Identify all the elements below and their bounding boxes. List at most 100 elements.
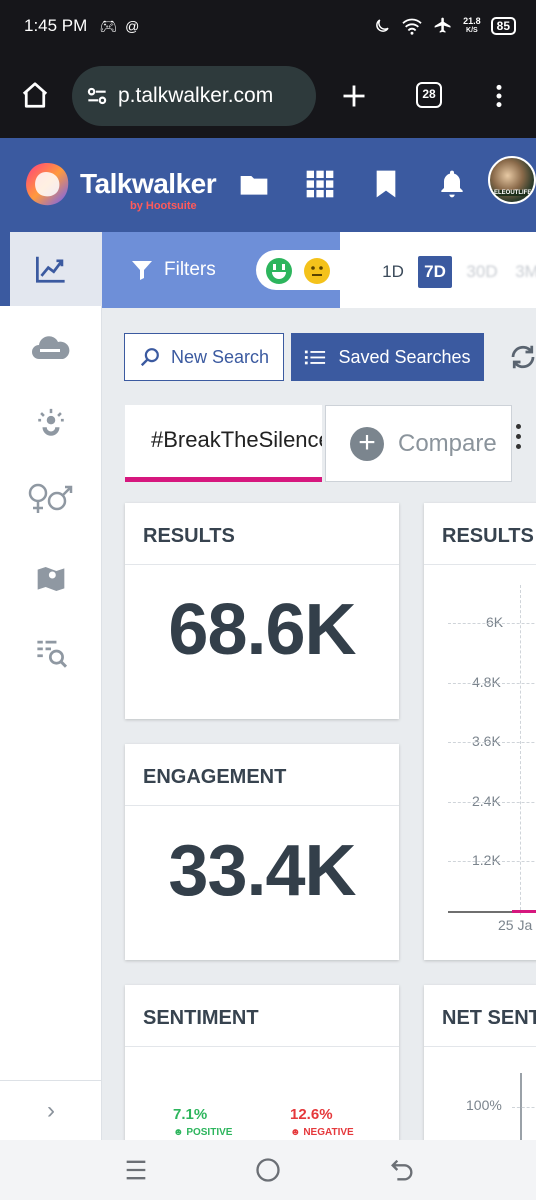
compare-label: Compare: [398, 429, 497, 457]
battery-indicator: 85: [490, 17, 516, 35]
sentiment-card-title: SENTIMENT: [125, 985, 399, 1047]
negative-label: NEGATIVE: [303, 1127, 354, 1138]
status-time: 1:45 PM: [24, 16, 88, 35]
saved-searches-button[interactable]: Saved Searches: [291, 333, 484, 381]
negative-face-small-icon: ☻: [290, 1127, 304, 1138]
saved-searches-label: Saved Searches: [338, 346, 471, 367]
chart-series-line: [512, 910, 536, 913]
home-icon[interactable]: [20, 80, 50, 110]
address-bar[interactable]: p.talkwalker.com: [72, 66, 316, 126]
new-search-button[interactable]: New Search: [124, 333, 284, 381]
brand-subtitle: by Hootsuite: [130, 200, 197, 212]
game-controller-icon: 🎮︎: [99, 17, 118, 34]
avatar-text: ELEOUTLIFE: [492, 190, 534, 196]
results-card-title: RESULTS: [125, 503, 399, 565]
results-value: 68.6K: [168, 590, 356, 670]
neutral-face-icon: [304, 258, 330, 284]
trend-chart-icon: [36, 256, 65, 283]
filters-label: Filters: [164, 259, 216, 280]
chart-y-tick-label: 2.4K: [472, 792, 501, 809]
cloud-icon: [32, 336, 70, 359]
engagement-card-title: ENGAGEMENT: [125, 744, 399, 806]
home-nav-icon[interactable]: [254, 1156, 282, 1184]
back-nav-icon[interactable]: [388, 1156, 416, 1184]
engagement-card: ENGAGEMENT 33.4K: [125, 744, 399, 960]
influencer-icon: [38, 408, 64, 436]
map-icon: [37, 567, 65, 591]
engagement-value: 33.4K: [168, 831, 356, 911]
talkwalker-logo-icon[interactable]: [22, 160, 72, 210]
net-sentiment-axis: [520, 1073, 522, 1143]
positive-label: POSITIVE: [186, 1127, 233, 1138]
sidebar-item-analytics[interactable]: [0, 232, 102, 306]
refresh-icon[interactable]: [508, 342, 536, 372]
net-sentiment-gridline: [512, 1107, 536, 1108]
left-sidebar: ›: [0, 232, 102, 1140]
screen: 1:45 PM 🎮︎ @ 21.8 K/S 85 p.talkwalker.co…: [0, 0, 536, 1200]
user-avatar[interactable]: ELEOUTLIFE: [488, 156, 536, 204]
more-menu-icon[interactable]: [486, 82, 512, 110]
range-7d-button[interactable]: 7D: [418, 256, 452, 288]
url-text: p.talkwalker.com: [118, 84, 274, 107]
chart-y-tick-label: 4.8K: [472, 673, 501, 690]
notification-bell-icon[interactable]: [436, 168, 468, 200]
sidebar-item-demographics[interactable]: [0, 462, 102, 536]
net-sentiment-card-title: NET SENTIMENT: [424, 985, 536, 1047]
chart-y-tick-label: 6K: [486, 614, 504, 630]
sidebar-item-results-list[interactable]: [0, 616, 102, 690]
chart-x-gridline: [520, 585, 521, 915]
new-tab-icon[interactable]: [340, 82, 368, 110]
new-search-label: New Search: [170, 346, 270, 367]
chart-y-gridline: [448, 742, 536, 743]
folder-icon[interactable]: [238, 168, 270, 200]
time-range-bar: 1D 7D 30D 3M: [340, 232, 536, 308]
net-speed-unit: K/S: [466, 27, 478, 34]
at-icon: @: [125, 18, 140, 34]
moon-icon: [376, 19, 389, 32]
airplane-icon: [434, 17, 451, 33]
plus-icon: +: [350, 426, 384, 461]
recent-apps-icon[interactable]: [122, 1156, 150, 1184]
sidebar-item-topics[interactable]: [0, 312, 102, 386]
tab-switcher-button[interactable]: 28: [416, 82, 442, 108]
gender-icon: [28, 483, 73, 513]
range-30d-button[interactable]: 30D: [462, 256, 502, 288]
system-nav-bar: [0, 1140, 536, 1200]
browser-toolbar: p.talkwalker.com 28: [0, 52, 536, 138]
filter-bar: Filters: [102, 232, 340, 308]
bookmark-icon[interactable]: [370, 168, 402, 200]
status-bar: 1:45 PM 🎮︎ @ 21.8 K/S 85: [0, 0, 536, 52]
tabs-more-icon[interactable]: [516, 424, 522, 454]
list-icon: [305, 350, 326, 365]
net-speed-value: 21.8: [463, 16, 481, 26]
results-chart-card: RESULTS 6K 4.8K 3.6K 2.4K 1.2K 25 Ja: [424, 503, 536, 960]
apps-grid-icon[interactable]: [304, 168, 336, 200]
sentiment-filter-pill[interactable]: [256, 250, 340, 290]
tab-active-search[interactable]: #BreakTheSilence: [125, 405, 322, 482]
positive-caption: ☻ POSITIVE: [173, 1127, 232, 1138]
positive-face-icon: [266, 258, 292, 284]
chart-y-gridline: [448, 861, 536, 862]
filters-button[interactable]: Filters: [130, 258, 216, 282]
chart-y-gridline: [448, 623, 536, 624]
search-icon: [140, 348, 159, 367]
sidebar-item-map[interactable]: [0, 542, 102, 616]
chart-y-gridline: [448, 682, 536, 684]
tab-compare[interactable]: + Compare: [325, 405, 512, 482]
range-1d-button[interactable]: 1D: [378, 256, 408, 288]
wifi-icon: [402, 18, 422, 35]
sidebar-item-influencers[interactable]: [0, 386, 102, 460]
net-sentiment-tick: 100%: [466, 1097, 502, 1113]
net-speed: 21.8 K/S: [463, 17, 481, 35]
negative-caption: ☻ NEGATIVE: [290, 1127, 354, 1138]
list-search-icon: [37, 640, 68, 668]
results-chart-title: RESULTS: [424, 503, 536, 565]
negative-value: 12.6%: [290, 1106, 333, 1123]
site-settings-icon[interactable]: [84, 83, 110, 109]
filter-funnel-icon: [132, 261, 152, 280]
range-3m-button[interactable]: 3M: [512, 256, 536, 288]
chart-y-tick-label: 3.6K: [472, 733, 501, 749]
sidebar-expand-button[interactable]: ›: [0, 1080, 102, 1140]
app-header: Talkwalker by Hootsuite: [0, 138, 536, 232]
positive-value: 7.1%: [173, 1106, 208, 1123]
